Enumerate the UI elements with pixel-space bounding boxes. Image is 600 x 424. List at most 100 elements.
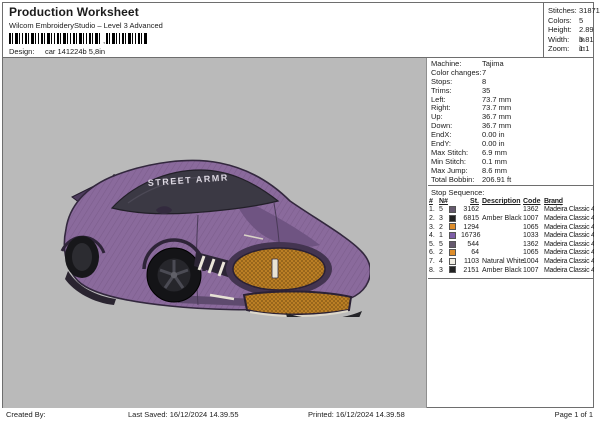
stats-value: 1:1: [579, 44, 590, 54]
needle-number: 1: [439, 232, 443, 240]
machine-row: Color changes: 7: [431, 68, 594, 78]
stats-row: Height: 2.89 in: [548, 25, 595, 44]
stitch-count: 6815: [463, 215, 479, 223]
stitch-count: 16736: [461, 232, 481, 240]
worksheet-sheet: Production Worksheet Wilcom EmbroiderySt…: [2, 2, 600, 408]
thread-swatch: [449, 206, 456, 214]
thread-swatch-cell: [449, 249, 461, 258]
thread-swatch: [449, 240, 456, 248]
needle-number: 2: [439, 223, 443, 231]
stats-box: Stitches: 31871 Colors: 5 Height: 2.89 i…: [543, 3, 600, 57]
stats-label: Zoom:: [548, 44, 570, 54]
stats-label: Stitches:: [548, 6, 577, 15]
col-brand: Brand: [544, 198, 563, 206]
thread-code: 1362: [523, 240, 539, 248]
stop-sequence-header: # N# St. Description Code Brand: [429, 197, 594, 206]
thread-brand: Madeira Classic 40: [544, 223, 594, 231]
thread-description: Natural White: [482, 258, 525, 266]
seq-number: 6.: [429, 249, 435, 257]
production-worksheet-page: Production Worksheet Wilcom EmbroiderySt…: [0, 0, 600, 424]
machine-value: 206.91 ft: [482, 174, 512, 184]
footer: Created By: Last Saved: 16/12/2024 14.39…: [2, 410, 594, 422]
stitch-count: 1294: [463, 223, 479, 231]
design-row: Design: car 141224b 5,8in: [9, 47, 163, 56]
machine-row: Down: 36.7 mm: [431, 121, 594, 131]
seq-number: 1.: [429, 206, 435, 214]
thread-swatch: [449, 257, 456, 265]
machine-info: Machine: Tajima Color changes: 7 Stops: …: [428, 58, 594, 185]
thread-swatch: [449, 232, 456, 240]
thread-swatch-cell: [449, 257, 461, 267]
col-description: Description: [482, 198, 521, 206]
machine-row: Trims: 35: [431, 86, 594, 96]
seq-number: 7.: [429, 258, 435, 266]
thread-swatch: [449, 266, 456, 274]
seq-number: 4.: [429, 232, 435, 240]
stats-value: 31871: [579, 6, 600, 15]
barcode-segment-1: [9, 33, 102, 44]
printed-text: Printed: 16/12/2024 14.39.58: [308, 410, 405, 419]
stats-value: 2.89 in: [579, 25, 594, 44]
page-number: Page 1 of 1: [554, 410, 593, 419]
thread-description: Amber Black: [482, 215, 522, 223]
seq-number: 2.: [429, 215, 435, 223]
design-label: Design:: [9, 46, 35, 56]
created-by-label: Created By:: [6, 410, 46, 419]
seq-number: 3.: [429, 223, 435, 231]
design-barcode: ,: [9, 33, 163, 45]
page-title: Production Worksheet: [9, 5, 139, 19]
thread-code: 1065: [523, 223, 539, 231]
needle-number: 3: [439, 215, 443, 223]
header: Production Worksheet Wilcom EmbroiderySt…: [3, 3, 600, 67]
front-wheel: [142, 238, 206, 303]
stop-sequence-row: 6. 2 64 1065 Madeira Classic 40: [429, 249, 594, 258]
app-subtitle: Wilcom EmbroideryStudio – Level 3 Advanc…: [9, 21, 163, 30]
stop-sequence-row: 2. 3 6815 Amber Black 1007 Madeira Class…: [429, 214, 594, 224]
thread-code: 1033: [523, 232, 539, 240]
thread-swatch: [449, 214, 456, 222]
stop-sequence-row: 5. 5 544 1362 Madeira Classic 40: [429, 240, 594, 250]
thread-swatch-cell: [449, 232, 461, 241]
stop-sequence-row: 4. 1 16736 1033 Madeira Classic 40: [429, 232, 594, 241]
stats-row: Zoom: 1:1: [548, 44, 595, 54]
thread-description: Amber Black: [482, 266, 522, 274]
stats-label: Width:: [548, 34, 570, 44]
machine-row: Right: 73.7 mm: [431, 104, 594, 113]
thread-swatch-cell: [449, 206, 461, 215]
col-st: St.: [470, 198, 479, 206]
stats-label: Colors:: [548, 15, 572, 25]
machine-label: Total Bobbin:: [431, 174, 475, 184]
design-canvas: STREET ARMR: [3, 58, 427, 408]
thread-brand: Madeira Classic 40: [544, 206, 594, 214]
thread-swatch: [449, 249, 456, 257]
col-code: Code: [523, 198, 541, 206]
seq-number: 5.: [429, 240, 435, 248]
thread-swatch-cell: [449, 223, 461, 232]
thread-brand: Madeira Classic 40: [544, 232, 594, 240]
stats-value: 5.81 in: [579, 34, 594, 54]
thread-code: 1004: [523, 258, 539, 266]
thread-code: 1007: [523, 266, 539, 274]
thread-brand: Madeira Classic 40: [544, 215, 594, 223]
stitch-count: 544: [467, 240, 479, 248]
thread-swatch-cell: [449, 240, 461, 250]
last-saved-text: Last Saved: 16/12/2024 14.39.55: [128, 410, 239, 419]
thread-code: 1007: [523, 215, 539, 223]
grille: [226, 242, 332, 296]
needle-number: 5: [439, 240, 443, 248]
needle-number: 3: [439, 266, 443, 274]
stop-sequence-row: 1. 5 3162 1362 Madeira Classic 40: [429, 206, 594, 215]
design-value: car 141224b 5,8in: [45, 46, 106, 56]
machine-row: Up: 36.7 mm: [431, 112, 594, 122]
stats-row: Stitches: 31871: [548, 6, 600, 16]
thread-brand: Madeira Classic 40: [544, 258, 594, 266]
car-design: STREET ARMR: [60, 159, 370, 317]
thread-swatch-cell: [449, 214, 461, 224]
stats-label: Height:: [548, 25, 572, 35]
stats-value: 5: [579, 15, 584, 25]
barcode-segment-2: [106, 33, 148, 44]
thread-swatch: [449, 223, 456, 231]
stop-sequence-row: 8. 3 2151 Amber Black 1007 Madeira Class…: [429, 266, 594, 276]
thread-code: 1065: [523, 249, 539, 257]
needle-number: 4: [439, 258, 443, 266]
